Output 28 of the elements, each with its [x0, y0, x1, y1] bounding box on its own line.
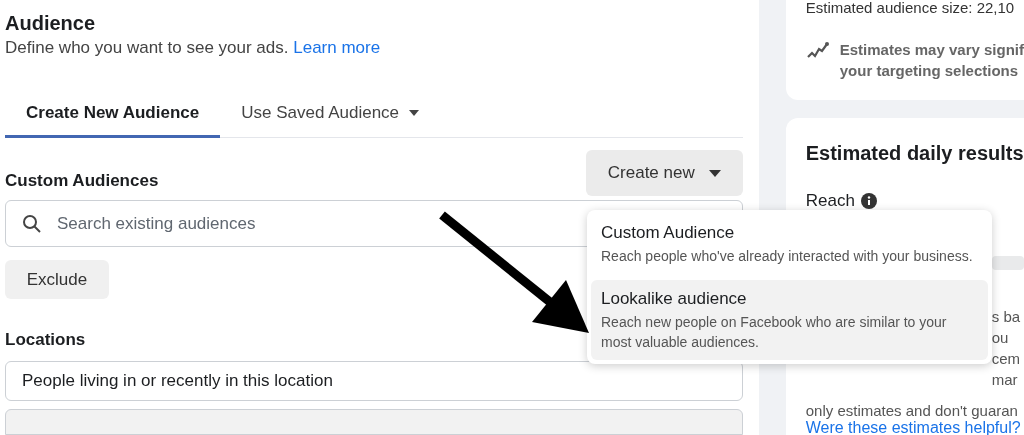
- field-label: Custom Audiences: [5, 169, 159, 192]
- learn-more-link[interactable]: Learn more: [293, 38, 381, 57]
- text-fragment: cem: [991, 349, 1021, 369]
- text-fragment: s ba: [991, 307, 1021, 327]
- create-new-button[interactable]: Create new: [585, 150, 743, 196]
- caret-icon: [708, 169, 721, 177]
- menu-item-description: Reach people who've already interacted with your business.: [601, 247, 974, 266]
- section-title: Audience: [5, 11, 97, 36]
- menu-item-title: Lookalike audience: [601, 288, 748, 310]
- card-title: Estimated daily results: [805, 141, 1024, 166]
- info-icon[interactable]: [860, 192, 877, 209]
- audience-size-text: Estimated audience size: 22,10: [805, 0, 1016, 18]
- reach-bar: [991, 255, 1024, 270]
- disclaimer-text: only estimates and don't guaran: [805, 401, 1018, 421]
- section-description: Define who you want to see your ads.: [5, 38, 289, 57]
- field-label: Locations: [5, 329, 86, 352]
- exclude-button[interactable]: Exclude: [5, 260, 109, 300]
- estimate-note: Estimates may vary signif your targeting selections: [839, 40, 1024, 81]
- text-fragment: mar: [991, 370, 1018, 390]
- menu-item-description: Reach new people on Facebook who are similar to your most valuable audiences.: [601, 313, 948, 352]
- text-fragment: ou: [991, 328, 1009, 348]
- search-icon: [22, 214, 42, 234]
- tab[interactable]: Use Saved Audience: [220, 90, 441, 138]
- reach-label: Reach: [805, 190, 855, 212]
- menu-item-title: Custom Audience: [601, 222, 736, 244]
- menu-item[interactable]: Lookalike audience Reach new people on Facebook who are similar to your most valuable audiences.: [591, 280, 988, 360]
- location-field[interactable]: [5, 408, 743, 435]
- tab[interactable]: Create New Audience: [5, 90, 221, 138]
